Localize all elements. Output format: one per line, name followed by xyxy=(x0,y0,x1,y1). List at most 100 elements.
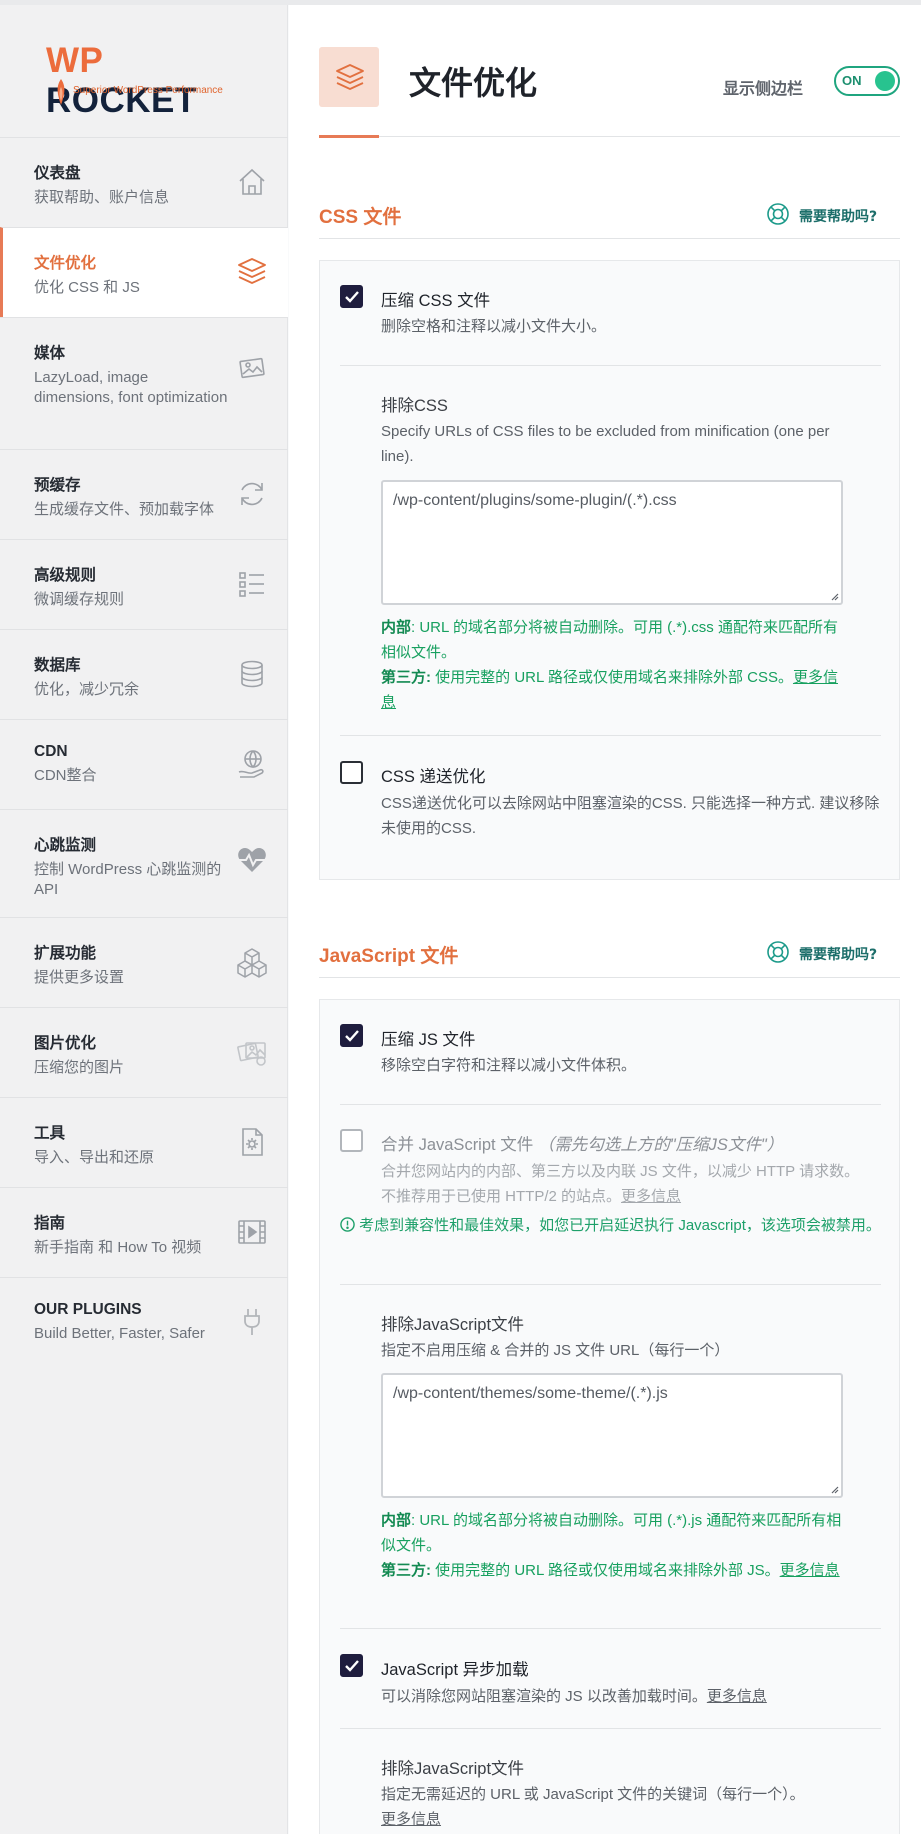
sidebar-item-subtitle: 控制 WordPress 心跳监测的 API xyxy=(34,861,222,898)
sidebar-item-database[interactable]: 数据库 优化，减少冗余 xyxy=(0,629,288,719)
warning-text: 考虑到兼容性和最佳效果，如您已开启延迟执行 Javascript，该选项会被禁用… xyxy=(359,1217,881,1234)
header-accent-bar xyxy=(319,135,379,138)
file-gear-icon xyxy=(236,1126,268,1158)
toggle-state-label: ON xyxy=(842,73,862,88)
logo-tagline: Superior WordPress Performance xyxy=(73,85,223,96)
js-section-title: JavaScript 文件 xyxy=(319,946,459,967)
section-divider xyxy=(319,238,900,239)
sidebar-item-subtitle: 压缩您的图片 xyxy=(34,1059,125,1076)
resize-handle-icon[interactable] xyxy=(829,591,839,601)
sidebar-item-title: CDN xyxy=(34,743,68,760)
sidebar-item-file-optimization[interactable]: 文件优化 优化 CSS 和 JS xyxy=(0,227,288,317)
async-js-desc-text: 可以消除您网站阻塞渲染的 JS 以改善加载时间。 xyxy=(381,1688,707,1705)
exclude-defer-js-desc-text: 指定无需延迟的 URL 或 JavaScript 文件的关键词（每行一个）。 xyxy=(381,1786,805,1803)
database-icon xyxy=(236,658,268,690)
sidebar-item-title: 高级规则 xyxy=(34,567,97,584)
image-icon xyxy=(236,352,268,384)
combine-js-hint: （需先勾选上方的"压缩JS文件"） xyxy=(537,1136,784,1154)
minify-js-desc: 移除空白字符和注释以减小文件体积。 xyxy=(381,1057,637,1074)
layers-icon xyxy=(236,255,268,287)
wp-rocket-logo[interactable]: WP ROCKET Superior WordPress Performance xyxy=(46,41,256,120)
sidebar-item-title: 文件优化 xyxy=(34,255,97,272)
sidebar: WP ROCKET Superior WordPress Performance… xyxy=(0,5,288,1834)
checkmark-icon xyxy=(345,291,359,303)
sidebar-item-tutorials[interactable]: 指南 新手指南 和 How To 视频 xyxy=(0,1187,288,1277)
sidebar-item-addons[interactable]: 扩展功能 提供更多设置 xyxy=(0,917,288,1007)
card-divider xyxy=(340,735,881,736)
sidebar-item-title: 工具 xyxy=(34,1125,66,1142)
async-js-checkbox[interactable] xyxy=(340,1654,363,1677)
css-delivery-desc: CSS递送优化可以去除网站中阻塞渲染的CSS. 只能选择一种方式. 建议移除未使… xyxy=(381,795,880,837)
css-section-title: CSS 文件 xyxy=(319,207,402,228)
exclude-js-title: 排除JavaScript文件 xyxy=(381,1316,525,1334)
rocket-flame-icon xyxy=(57,79,65,105)
main-content: 文件优化 显示侧边栏 ON CSS 文件 需要帮助吗? 压缩 CSS 文件 删除… xyxy=(289,5,921,1834)
sidebar-item-advanced-rules[interactable]: 高级规则 微调缓存规则 xyxy=(0,539,288,629)
note-internal-text: : URL 的域名部分将被自动删除。可用 (.*).css 通配符来匹配所有相似… xyxy=(381,619,838,661)
sidebar-item-subtitle: Build Better, Faster, Safer xyxy=(34,1325,205,1342)
more-info-link[interactable]: 更多信息 xyxy=(621,1188,681,1205)
sidebar-item-title: 数据库 xyxy=(34,657,81,674)
sidebar-item-tools[interactable]: 工具 导入、导出和还原 xyxy=(0,1097,288,1187)
note-third-text: 使用完整的 URL 路径或仅使用域名来排除外部 CSS。 xyxy=(431,669,793,686)
minify-js-checkbox[interactable] xyxy=(340,1024,363,1047)
combine-js-warning: 考虑到兼容性和最佳效果，如您已开启延迟执行 Javascript，该选项会被禁用… xyxy=(340,1213,885,1238)
page-icon xyxy=(319,47,379,107)
sidebar-item-heartbeat[interactable]: 心跳监测 控制 WordPress 心跳监测的 API xyxy=(0,809,288,917)
minify-css-label: 压缩 CSS 文件 xyxy=(381,292,491,310)
refresh-icon xyxy=(236,478,268,510)
plug-icon xyxy=(236,1306,268,1338)
sidebar-item-subtitle: CDN整合 xyxy=(34,767,97,784)
help-label: 需要帮助吗? xyxy=(799,209,878,225)
sidebar-item-dashboard[interactable]: 仪表盘 获取帮助、账户信息 xyxy=(0,137,288,227)
sidebar-item-title: 扩展功能 xyxy=(34,945,97,962)
info-circle-icon xyxy=(340,1217,355,1232)
more-info-link[interactable]: 更多信息 xyxy=(780,1562,840,1579)
card-divider xyxy=(340,1628,881,1629)
resize-handle-icon[interactable] xyxy=(829,1484,839,1494)
css-delivery-label: CSS 递送优化 xyxy=(381,768,486,786)
exclude-js-note: 内部: URL 的域名部分将被自动删除。可用 (.*).js 通配符来匹配所有相… xyxy=(381,1508,851,1583)
sidebar-item-title: 预缓存 xyxy=(34,477,81,494)
checkmark-icon xyxy=(345,1030,359,1042)
layers-icon xyxy=(336,64,364,90)
combine-js-label: 合并 JavaScript 文件 （需先勾选上方的"压缩JS文件"） xyxy=(381,1131,783,1155)
sidebar-toggle[interactable]: ON xyxy=(834,66,900,96)
heartbeat-icon xyxy=(236,844,268,876)
exclude-defer-js-desc: 指定无需延迟的 URL 或 JavaScript 文件的关键词（每行一个）。 更多… xyxy=(381,1782,861,1832)
logo-wordmark: WP ROCKET xyxy=(46,41,197,120)
card-divider xyxy=(340,1104,881,1105)
sidebar-item-cdn[interactable]: CDN CDN整合 xyxy=(0,719,288,809)
combine-js-label-text: 合并 JavaScript 文件 xyxy=(381,1136,534,1154)
note-internal-label: 内部 xyxy=(381,1512,412,1529)
toggle-knob xyxy=(875,71,895,91)
section-divider xyxy=(319,977,900,978)
exclude-js-desc: 指定不启用压缩 & 合并的 JS 文件 URL（每行一个） xyxy=(381,1342,730,1359)
exclude-js-textarea[interactable]: /wp-content/themes/some-theme/(.*).js xyxy=(381,1373,843,1498)
more-info-link[interactable]: 更多信息 xyxy=(381,1811,441,1828)
combine-js-checkbox[interactable] xyxy=(340,1129,363,1152)
note-third-label: 第三方: xyxy=(381,1562,431,1579)
images-icon xyxy=(236,1036,268,1068)
sidebar-item-preload[interactable]: 预缓存 生成缓存文件、预加载字体 xyxy=(0,449,288,539)
minify-css-checkbox[interactable] xyxy=(340,285,363,308)
note-internal-label: 内部 xyxy=(381,619,412,636)
async-js-desc: 可以消除您网站阻塞渲染的 JS 以改善加载时间。更多信息 xyxy=(381,1684,871,1709)
exclude-css-textarea[interactable]: /wp-content/plugins/some-plugin/(.*).css xyxy=(381,480,843,605)
css-options-card: 压缩 CSS 文件 删除空格和注释以减小文件大小。 排除CSS Specify … xyxy=(319,260,900,880)
globe-hand-icon xyxy=(236,748,268,780)
sidebar-item-subtitle: LazyLoad, image dimensions, font optimiz… xyxy=(34,369,228,406)
sidebar-item-image-optimization[interactable]: 图片优化 压缩您的图片 xyxy=(0,1007,288,1097)
exclude-css-title: 排除CSS xyxy=(381,397,448,415)
sidebar-item-subtitle: 获取帮助、账户信息 xyxy=(34,189,170,206)
note-third-label: 第三方: xyxy=(381,669,431,686)
sidebar-item-our-plugins[interactable]: OUR PLUGINS Build Better, Faster, Safer xyxy=(0,1277,288,1367)
card-divider xyxy=(340,365,881,366)
sidebar-item-media[interactable]: 媒体 LazyLoad, image dimensions, font opti… xyxy=(0,317,288,449)
sidebar-item-subtitle: 优化，减少冗余 xyxy=(34,681,140,698)
video-icon xyxy=(236,1216,268,1248)
sidebar-item-subtitle: 生成缓存文件、预加载字体 xyxy=(34,501,215,518)
more-info-link[interactable]: 更多信息 xyxy=(707,1688,767,1705)
css-delivery-checkbox[interactable] xyxy=(340,761,363,784)
note-third-text: 使用完整的 URL 路径或仅使用域名来排除外部 JS。 xyxy=(431,1562,780,1579)
